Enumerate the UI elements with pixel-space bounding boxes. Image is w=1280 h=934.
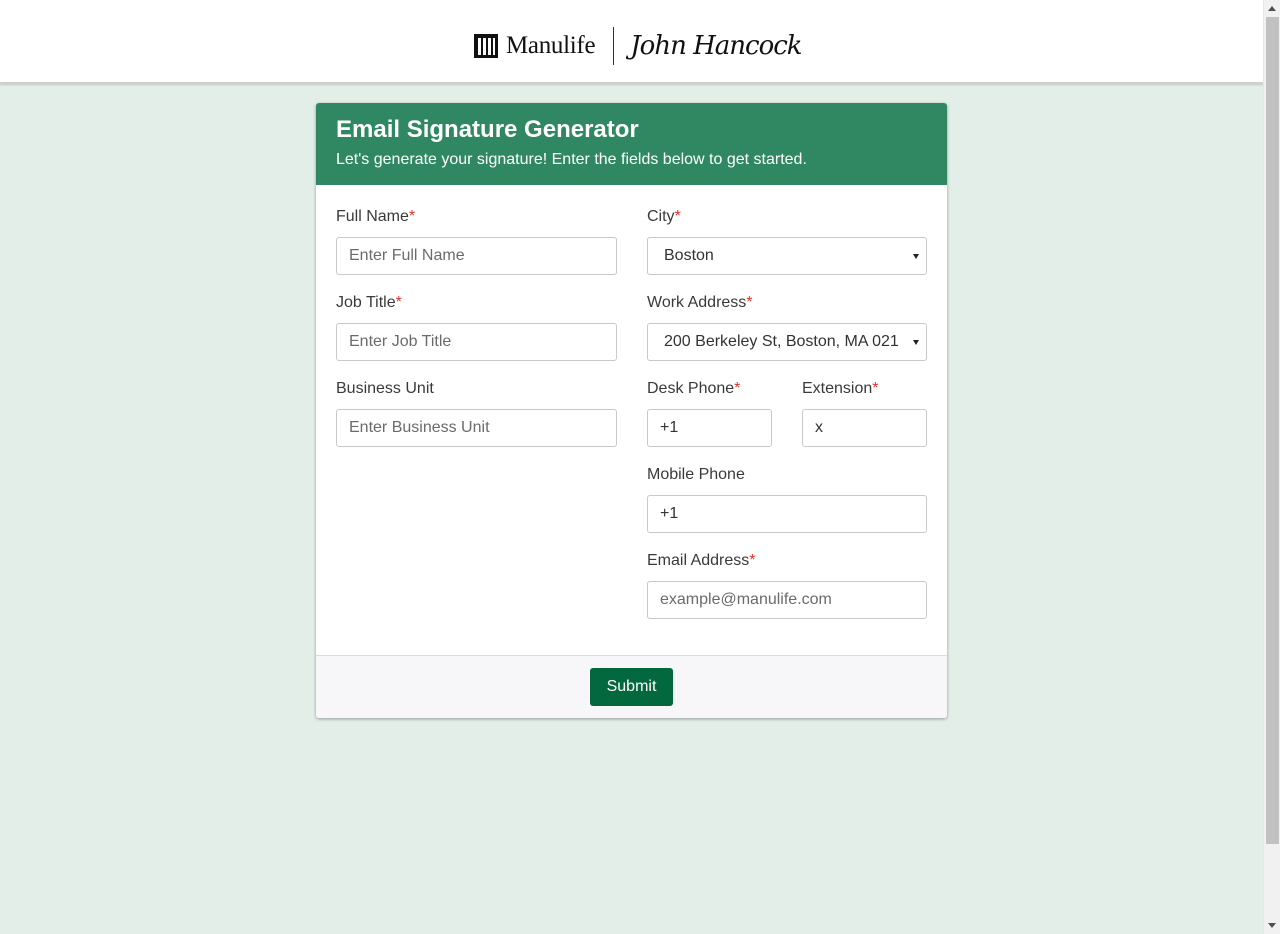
city-label-text: City xyxy=(647,208,675,225)
vertical-scrollbar[interactable] xyxy=(1263,0,1280,934)
logo-divider xyxy=(613,27,615,65)
manulife-mark-icon xyxy=(474,34,498,58)
email-label-text: Email Address xyxy=(647,552,750,569)
extension-label: Extension* xyxy=(802,378,879,400)
city-select[interactable]: Boston xyxy=(647,237,927,275)
email-label: Email Address* xyxy=(647,550,756,572)
manulife-logo: Manulife xyxy=(474,32,596,60)
mobile-phone-input[interactable] xyxy=(647,495,927,533)
scroll-up-arrow-icon[interactable] xyxy=(1268,6,1276,11)
scroll-down-arrow-icon[interactable] xyxy=(1268,923,1276,928)
john-hancock-wordmark: John Hancock xyxy=(630,31,802,61)
desk-phone-label: Desk Phone* xyxy=(647,378,740,400)
work-address-label-text: Work Address xyxy=(647,294,747,311)
required-marker: * xyxy=(408,208,416,225)
business-unit-label-text: Business Unit xyxy=(336,380,434,397)
signature-generator-card: Email Signature Generator Let's generate… xyxy=(316,103,947,718)
card-footer: Submit xyxy=(316,655,947,718)
work-address-label: Work Address* xyxy=(647,292,753,314)
required-marker: * xyxy=(746,294,753,311)
email-input[interactable] xyxy=(647,581,927,619)
work-address-selected-value: 200 Berkeley St, Boston, MA 02116 xyxy=(664,333,916,350)
signature-form: Full Name* Job Title* Business Unit City… xyxy=(316,185,947,655)
full-name-input[interactable] xyxy=(336,237,617,275)
chevron-down-icon xyxy=(913,340,919,345)
job-title-label: Job Title* xyxy=(336,292,402,314)
city-selected-value: Boston xyxy=(664,247,714,264)
business-unit-input[interactable] xyxy=(336,409,617,447)
city-label: City* xyxy=(647,206,681,228)
job-title-input[interactable] xyxy=(336,323,617,361)
job-title-label-text: Job Title xyxy=(336,294,396,311)
manulife-wordmark: Manulife xyxy=(506,32,596,59)
card-subtitle: Let's generate your signature! Enter the… xyxy=(336,151,807,168)
desk-phone-input[interactable] xyxy=(647,409,772,447)
required-marker: * xyxy=(734,380,741,397)
extension-label-text: Extension xyxy=(802,380,873,397)
required-marker: * xyxy=(749,552,756,569)
required-marker: * xyxy=(395,294,402,311)
chevron-down-icon xyxy=(913,254,919,259)
required-marker: * xyxy=(674,208,681,225)
mobile-phone-label: Mobile Phone xyxy=(647,464,745,486)
required-marker: * xyxy=(872,380,879,397)
extension-input[interactable] xyxy=(802,409,927,447)
submit-button[interactable]: Submit xyxy=(590,668,673,706)
scrollbar-thumb[interactable] xyxy=(1266,17,1279,844)
top-header: Manulife John Hancock xyxy=(0,0,1263,84)
business-unit-label: Business Unit xyxy=(336,378,434,400)
brand-logos: Manulife John Hancock xyxy=(474,22,803,70)
work-address-select[interactable]: 200 Berkeley St, Boston, MA 02116 xyxy=(647,323,927,361)
card-header: Email Signature Generator Let's generate… xyxy=(316,103,947,185)
mobile-phone-label-text: Mobile Phone xyxy=(647,466,745,483)
full-name-label: Full Name* xyxy=(336,206,415,228)
card-title: Email Signature Generator xyxy=(336,116,639,143)
desk-phone-label-text: Desk Phone xyxy=(647,380,735,397)
full-name-label-text: Full Name xyxy=(336,208,409,225)
